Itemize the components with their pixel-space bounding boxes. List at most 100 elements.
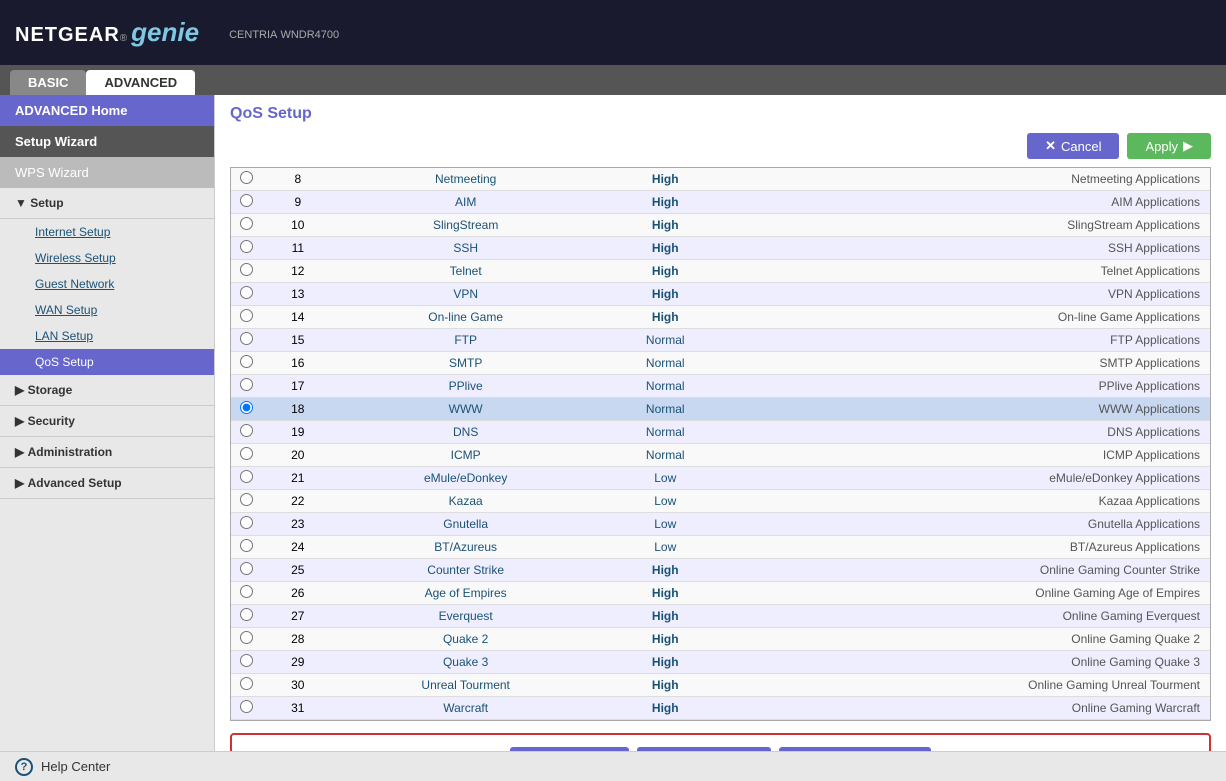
row-radio-26[interactable] bbox=[231, 582, 261, 605]
table-row: 8 Netmeeting High Netmeeting Application… bbox=[231, 168, 1210, 191]
row-app: PPlive bbox=[335, 375, 597, 398]
row-radio-23[interactable] bbox=[231, 513, 261, 536]
row-radio-17[interactable] bbox=[231, 375, 261, 398]
row-desc: Online Gaming Everquest bbox=[734, 605, 1210, 628]
table-row: 20 ICMP Normal ICMP Applications bbox=[231, 444, 1210, 467]
tab-advanced[interactable]: ADVANCED bbox=[86, 70, 195, 95]
row-num: 17 bbox=[261, 375, 335, 398]
row-radio-20[interactable] bbox=[231, 444, 261, 467]
sidebar-item-guest-network[interactable]: Guest Network bbox=[0, 271, 214, 297]
cancel-button[interactable]: ✕ Cancel bbox=[1027, 133, 1119, 159]
sidebar-item-lan-setup[interactable]: LAN Setup bbox=[0, 323, 214, 349]
row-num: 15 bbox=[261, 329, 335, 352]
row-radio-14[interactable] bbox=[231, 306, 261, 329]
row-desc: ICMP Applications bbox=[734, 444, 1210, 467]
row-desc: Online Gaming Unreal Tourment bbox=[734, 674, 1210, 697]
row-num: 9 bbox=[261, 191, 335, 214]
row-app: Kazaa bbox=[335, 490, 597, 513]
row-priority: Normal bbox=[597, 329, 734, 352]
row-desc: Netmeeting Applications bbox=[734, 168, 1210, 191]
row-desc: DNS Applications bbox=[734, 421, 1210, 444]
row-radio-25[interactable] bbox=[231, 559, 261, 582]
row-num: 12 bbox=[261, 260, 335, 283]
delete-button[interactable]: ✕ Delete bbox=[637, 747, 771, 751]
product-logo: genie bbox=[131, 17, 199, 48]
security-arrow-icon: ▶ bbox=[15, 414, 24, 428]
tab-basic[interactable]: BASIC bbox=[10, 70, 86, 95]
row-desc: Online Gaming Warcraft bbox=[734, 697, 1210, 720]
row-desc: BT/Azureus Applications bbox=[734, 536, 1210, 559]
row-radio-30[interactable] bbox=[231, 674, 261, 697]
row-desc: WWW Applications bbox=[734, 398, 1210, 421]
table-row: 11 SSH High SSH Applications bbox=[231, 237, 1210, 260]
sidebar-item-qos-setup[interactable]: QoS Setup bbox=[0, 349, 214, 375]
cancel-icon: ✕ bbox=[1045, 138, 1056, 154]
row-priority: High bbox=[597, 283, 734, 306]
row-num: 29 bbox=[261, 651, 335, 674]
row-desc: eMule/eDonkey Applications bbox=[734, 467, 1210, 490]
row-radio-27[interactable] bbox=[231, 605, 261, 628]
sidebar-section-setup[interactable]: ▼ Setup bbox=[0, 188, 214, 219]
table-row: 24 BT/Azureus Low BT/Azureus Application… bbox=[231, 536, 1210, 559]
sidebar-item-wireless-setup[interactable]: Wireless Setup bbox=[0, 245, 214, 271]
table-row: 14 On-line Game High On-line Game Applic… bbox=[231, 306, 1210, 329]
sidebar-section-storage[interactable]: ▶ Storage bbox=[0, 375, 214, 406]
sidebar-item-advanced-home[interactable]: ADVANCED Home bbox=[0, 95, 214, 126]
row-radio-10[interactable] bbox=[231, 214, 261, 237]
table-row: 29 Quake 3 High Online Gaming Quake 3 bbox=[231, 651, 1210, 674]
row-desc: SSH Applications bbox=[734, 237, 1210, 260]
row-radio-8[interactable] bbox=[231, 168, 261, 191]
row-priority: Normal bbox=[597, 398, 734, 421]
row-radio-12[interactable] bbox=[231, 260, 261, 283]
row-radio-19[interactable] bbox=[231, 421, 261, 444]
help-label: Help Center bbox=[41, 759, 110, 774]
row-priority: High bbox=[597, 168, 734, 191]
row-radio-31[interactable] bbox=[231, 697, 261, 720]
table-row: 13 VPN High VPN Applications bbox=[231, 283, 1210, 306]
device-info: CENTRIA WNDR4700 bbox=[229, 29, 339, 41]
sidebar-item-setup-wizard[interactable]: Setup Wizard bbox=[0, 126, 214, 157]
sidebar-item-internet-setup[interactable]: Internet Setup bbox=[0, 219, 214, 245]
row-radio-9[interactable] bbox=[231, 191, 261, 214]
row-priority: High bbox=[597, 237, 734, 260]
row-radio-29[interactable] bbox=[231, 651, 261, 674]
row-radio-24[interactable] bbox=[231, 536, 261, 559]
row-radio-21[interactable] bbox=[231, 467, 261, 490]
apply-button[interactable]: Apply ▶ bbox=[1127, 133, 1211, 159]
sidebar-item-wan-setup[interactable]: WAN Setup bbox=[0, 297, 214, 323]
setup-arrow-icon: ▼ bbox=[15, 196, 27, 210]
row-desc: Online Gaming Counter Strike bbox=[734, 559, 1210, 582]
qos-table-container: 8 Netmeeting High Netmeeting Application… bbox=[230, 167, 1211, 721]
row-radio-11[interactable] bbox=[231, 237, 261, 260]
toolbar: ✕ Cancel Apply ▶ bbox=[230, 133, 1211, 159]
sidebar-section-administration[interactable]: ▶ Administration bbox=[0, 437, 214, 468]
row-app: Quake 3 bbox=[335, 651, 597, 674]
sidebar-section-security[interactable]: ▶ Security bbox=[0, 406, 214, 437]
row-radio-15[interactable] bbox=[231, 329, 261, 352]
row-app: AIM bbox=[335, 191, 597, 214]
sidebar-item-wps-wizard[interactable]: WPS Wizard bbox=[0, 157, 214, 188]
row-num: 20 bbox=[261, 444, 335, 467]
row-priority: Normal bbox=[597, 352, 734, 375]
sidebar-section-advanced-setup[interactable]: ▶ Advanced Setup bbox=[0, 468, 214, 499]
row-app: Warcraft bbox=[335, 697, 597, 720]
table-row: 19 DNS Normal DNS Applications bbox=[231, 421, 1210, 444]
table-row: 10 SlingStream High SlingStream Applicat… bbox=[231, 214, 1210, 237]
row-num: 30 bbox=[261, 674, 335, 697]
row-priority: High bbox=[597, 674, 734, 697]
row-priority: Normal bbox=[597, 375, 734, 398]
delete-all-button[interactable]: ✕ Delete All bbox=[779, 747, 931, 751]
row-radio-18[interactable] bbox=[231, 398, 261, 421]
row-app: SlingStream bbox=[335, 214, 597, 237]
row-app: WWW bbox=[335, 398, 597, 421]
storage-arrow-icon: ▶ bbox=[15, 383, 24, 397]
row-priority: High bbox=[597, 306, 734, 329]
row-radio-28[interactable] bbox=[231, 628, 261, 651]
row-desc: Online Gaming Quake 3 bbox=[734, 651, 1210, 674]
edit-button[interactable]: ✏ Edit bbox=[510, 747, 629, 751]
row-radio-13[interactable] bbox=[231, 283, 261, 306]
row-app: BT/Azureus bbox=[335, 536, 597, 559]
row-radio-22[interactable] bbox=[231, 490, 261, 513]
header: NETGEAR ® genie CENTRIA WNDR4700 bbox=[0, 0, 1226, 65]
row-radio-16[interactable] bbox=[231, 352, 261, 375]
